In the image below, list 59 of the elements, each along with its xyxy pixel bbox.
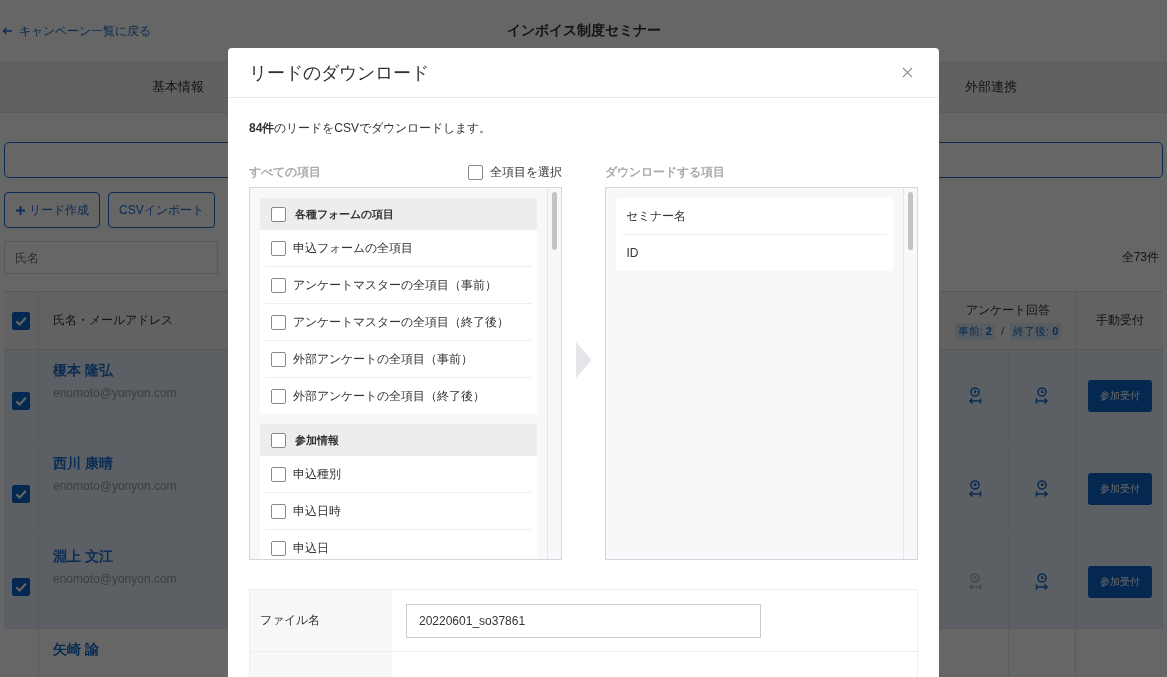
close-icon[interactable] <box>902 67 913 78</box>
dialog-title: リードのダウンロード <box>249 61 429 85</box>
plus-icon <box>15 204 26 216</box>
row-checkbox[interactable] <box>12 392 30 410</box>
checkbox[interactable] <box>271 240 286 256</box>
checkbox[interactable] <box>467 164 483 180</box>
chevron-right-icon <box>575 342 592 378</box>
field-option[interactable]: 申込日時 <box>265 493 532 530</box>
group-title: 各種フォームの項目 <box>295 206 394 222</box>
checkbox[interactable] <box>271 351 286 367</box>
section-label: すべての項目 <box>249 163 321 181</box>
option-label: アンケートマスターの全項目（終了後） <box>293 313 509 331</box>
field-option[interactable]: 申込日 <box>265 530 532 559</box>
pre-count-tag: 事前: 2 <box>954 322 995 340</box>
select-all-option[interactable]: 全項目を選択 <box>467 163 562 181</box>
checkbox[interactable] <box>271 388 286 404</box>
file-name-field[interactable]: 20220601_so37861 <box>406 603 761 638</box>
field-option[interactable]: 外部アンケートの全項目（事前） <box>265 341 532 378</box>
option-label: 申込日 <box>293 539 329 557</box>
column-header: 氏名・メールアドレス <box>53 312 173 329</box>
field-option[interactable]: 申込種別 <box>265 456 532 493</box>
arrow-left-icon <box>2 26 13 36</box>
option-label: 全項目を選択 <box>489 163 562 181</box>
option-label: 申込種別 <box>293 465 341 483</box>
field-label: ファイル名 <box>260 612 320 629</box>
option-label: 外部アンケートの全項目（終了後） <box>293 387 485 405</box>
option-label: アンケートマスターの全項目（事前） <box>293 276 497 294</box>
option-label: 申込日時 <box>293 502 341 520</box>
checkbox[interactable] <box>271 540 286 556</box>
group-header[interactable]: 各種フォームの項目 <box>260 198 537 230</box>
checkbox[interactable] <box>271 206 286 222</box>
selected-field[interactable]: セミナー名 <box>622 198 887 235</box>
field-option[interactable]: アンケートマスターの全項目（終了後） <box>265 304 532 341</box>
summary-text: 84件のリードをCSVでダウンロードします。 <box>249 120 493 136</box>
row-checkbox[interactable] <box>12 578 30 596</box>
group-header[interactable]: 参加情報 <box>260 424 537 456</box>
checkbox[interactable] <box>271 466 286 482</box>
column-header: 手動受付 <box>1095 312 1144 329</box>
field-option[interactable]: 外部アンケートの全項目（終了後） <box>265 378 532 414</box>
column-header: アンケート回答 <box>966 301 1050 319</box>
select-all-checkbox[interactable] <box>12 311 30 330</box>
selected-field[interactable]: ID <box>622 235 887 271</box>
separator-text: / <box>1000 325 1005 337</box>
checkbox[interactable] <box>271 314 286 330</box>
checkbox[interactable] <box>271 503 286 519</box>
field-option[interactable]: 申込フォームの全項目 <box>265 230 532 267</box>
scrollbar-thumb[interactable] <box>908 192 913 250</box>
checkbox[interactable] <box>271 432 286 448</box>
row-checkbox[interactable] <box>12 485 30 503</box>
post-count-tag: 終了後: 0 <box>1010 322 1062 340</box>
option-label: 申込フォームの全項目 <box>293 239 413 257</box>
option-label: 外部アンケートの全項目（事前） <box>293 350 473 368</box>
checkbox[interactable] <box>271 277 286 293</box>
page-title: インボイス制度セミナー <box>506 22 661 40</box>
scrollbar-thumb[interactable] <box>551 192 557 250</box>
total-count: 全73件 <box>1121 249 1159 266</box>
field-option[interactable]: アンケートマスターの全項目（事前） <box>265 267 532 304</box>
group-title: 参加情報 <box>295 432 339 448</box>
section-label: ダウンロードする項目 <box>605 163 726 181</box>
